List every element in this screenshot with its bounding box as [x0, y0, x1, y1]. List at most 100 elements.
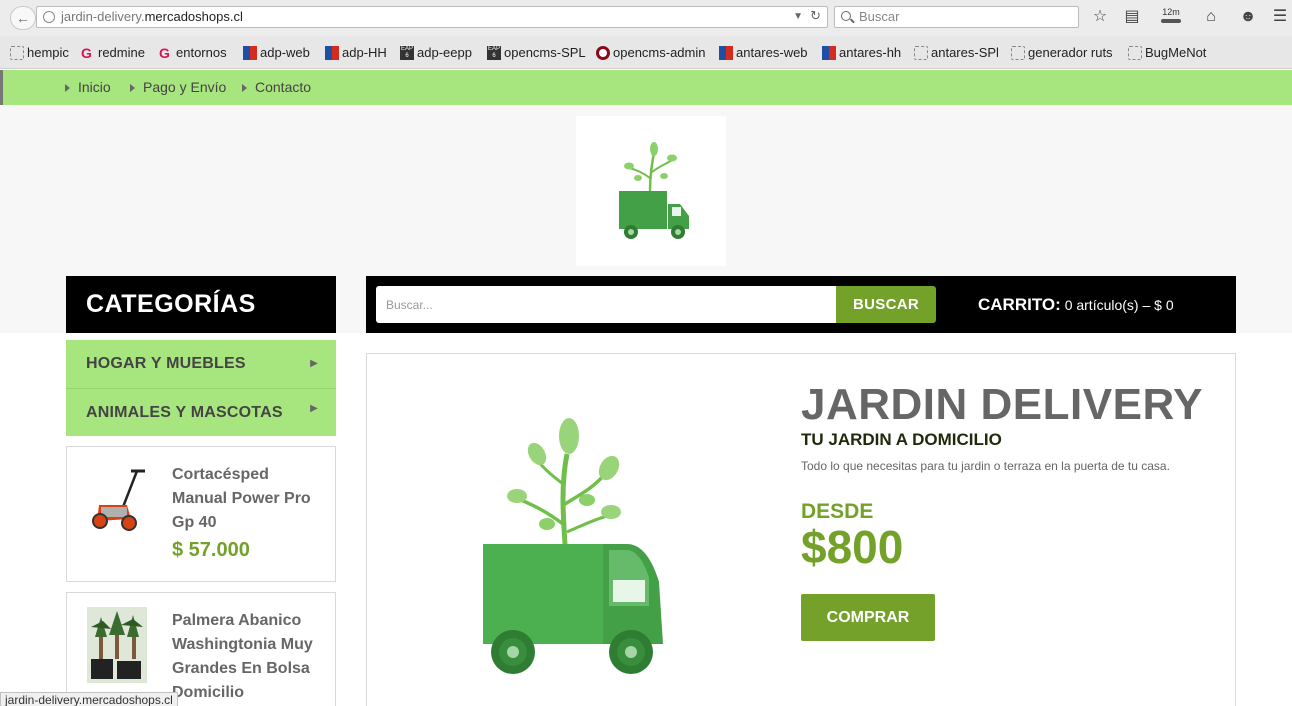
- nav-arrow-icon: [130, 83, 135, 92]
- browser-search-placeholder: Buscar: [859, 9, 900, 24]
- bookmark-item[interactable]: adp-HH: [325, 45, 387, 61]
- search-button[interactable]: BUSCAR: [836, 286, 936, 323]
- hero-subtitle: TU JARDIN A DOMICILIO: [801, 430, 1002, 449]
- chile-flag-icon: [719, 46, 733, 60]
- delivery-truck-illustration: [483, 418, 663, 674]
- eap-icon: EAP 6: [487, 46, 501, 60]
- nav-item-pago-envio[interactable]: Pago y Envío: [130, 70, 226, 105]
- blank-page-icon: [10, 46, 24, 60]
- bookmark-item[interactable]: EAP 6 opencms-SPL: [487, 45, 586, 61]
- bookmark-item[interactable]: Gentornos: [159, 45, 227, 61]
- eap-icon: EAP 6: [400, 46, 414, 60]
- product-price: $ 57.000: [172, 539, 250, 561]
- cart-summary[interactable]: CARRITO: 0 artículo(s) – $ 0: [978, 276, 1174, 333]
- product-card[interactable]: Palmera Abanico Washingtonia Muy Grandes…: [66, 592, 336, 706]
- cart-count: 0 artículo(s) – $ 0: [1064, 297, 1174, 313]
- search-bar: BUSCAR CARRITO: 0 artículo(s) – $ 0: [366, 276, 1236, 333]
- download-time: 12m: [1162, 7, 1180, 17]
- chile-flag-icon: [325, 46, 339, 60]
- category-label: HOGAR Y MUEBLES: [86, 355, 246, 372]
- web-page: Inicio Pago y Envío Contacto CATEGORÍAS …: [0, 70, 1292, 706]
- nav-label: Pago y Envío: [143, 79, 227, 95]
- cart-label: CARRITO:: [978, 295, 1061, 314]
- category-label: ANIMALES Y MASCOTAS: [86, 404, 283, 421]
- bookmark-label: hempic: [27, 45, 69, 60]
- g-logo-icon: G: [159, 45, 170, 61]
- bookmark-label: opencms-SPL: [504, 45, 586, 60]
- bookmark-label: generador ruts: [1028, 45, 1113, 60]
- bookmark-item[interactable]: antares-web: [719, 45, 808, 61]
- bookmark-label: antares-hh: [839, 45, 902, 60]
- triangle-right-icon: ▶: [310, 403, 318, 414]
- back-button[interactable]: ←: [10, 6, 36, 30]
- hero-description: Todo lo que necesitas para tu jardin o t…: [801, 459, 1170, 473]
- downloads-icon[interactable]: 12m: [1157, 8, 1185, 26]
- url-host: mercadoshops.cl: [144, 9, 243, 24]
- product-card[interactable]: Cortacésped Manual Power Pro Gp 40 $ 57.…: [66, 446, 336, 582]
- categories-header: CATEGORÍAS: [66, 276, 336, 333]
- product-name[interactable]: Cortacésped Manual Power Pro Gp 40: [172, 463, 322, 535]
- blank-page-icon: [1011, 46, 1025, 60]
- bookmark-item[interactable]: hempic: [10, 45, 69, 61]
- browser-search-box[interactable]: Buscar: [834, 6, 1079, 28]
- bookmark-item[interactable]: antares-hh: [822, 45, 901, 61]
- bookmarks-bar: hempic Gredmine Gentornos adp-web adp-HH…: [0, 36, 1292, 69]
- back-arrow-icon: ←: [16, 10, 30, 26]
- bookmark-item[interactable]: adp-web: [243, 45, 310, 61]
- url-dropdown-icon[interactable]: ▼: [793, 7, 803, 27]
- nav-item-contacto[interactable]: Contacto: [242, 70, 311, 105]
- bookmark-label: adp-HH: [342, 45, 387, 60]
- url-bar[interactable]: jardin-delivery.mercadoshops.cl ▼ ↻: [36, 6, 828, 28]
- menu-icon[interactable]: ☰: [1270, 8, 1290, 26]
- bookmark-label: BugMeNot: [1145, 45, 1207, 60]
- product-name[interactable]: Palmera Abanico Washingtonia Muy Grandes…: [172, 609, 322, 705]
- bookmark-star-icon[interactable]: ☆: [1090, 8, 1110, 26]
- home-icon[interactable]: ⌂: [1201, 8, 1221, 26]
- bookmark-label: entornos: [176, 45, 227, 60]
- browser-toolbar: ← jardin-delivery.mercadoshops.cl ▼ ↻ Bu…: [0, 0, 1292, 36]
- bookmark-item[interactable]: Gredmine: [81, 45, 145, 61]
- site-logo[interactable]: [576, 116, 726, 266]
- reading-list-icon[interactable]: ▤: [1122, 8, 1142, 26]
- chile-flag-icon: [243, 46, 257, 60]
- nav-label: Inicio: [78, 79, 111, 95]
- lawn-mower-image: [92, 469, 145, 531]
- g-logo-icon: G: [81, 45, 92, 61]
- status-bar-url: jardin-delivery.mercadoshops.cl: [0, 692, 178, 706]
- nav-item-inicio[interactable]: Inicio: [65, 70, 111, 105]
- category-hogar-muebles[interactable]: HOGAR Y MUEBLES ▶: [66, 340, 336, 388]
- nav-arrow-icon: [242, 83, 247, 92]
- blank-page-icon: [1128, 46, 1142, 60]
- chat-icon[interactable]: ☻: [1238, 8, 1258, 26]
- bookmark-label: adp-eepp: [417, 45, 472, 60]
- bookmark-label: antares-SPl: [931, 45, 999, 60]
- nav-arrow-icon: [65, 83, 70, 92]
- nav-label: Contacto: [255, 79, 312, 95]
- hero-title: JARDIN DELIVERY: [801, 380, 1203, 429]
- bookmark-label: antares-web: [736, 45, 808, 60]
- triangle-right-icon: ▶: [310, 358, 318, 369]
- blank-page-icon: [914, 46, 928, 60]
- url-prefix: jardin-delivery.: [61, 9, 145, 24]
- search-icon: [841, 11, 851, 21]
- bookmark-item[interactable]: EAP 6 adp-eepp: [400, 45, 472, 61]
- target-icon: [596, 46, 610, 60]
- bookmark-label: redmine: [98, 45, 145, 60]
- bookmark-label: opencms-admin: [613, 45, 706, 60]
- chile-flag-icon: [822, 46, 836, 60]
- bookmark-item[interactable]: antares-SPl: [914, 45, 999, 61]
- hero-banner: JARDIN DELIVERY TU JARDIN A DOMICILIO To…: [366, 353, 1236, 706]
- bookmark-item[interactable]: opencms-admin: [596, 45, 706, 61]
- bookmark-item[interactable]: generador ruts: [1011, 45, 1113, 61]
- truck-logo-icon: [619, 142, 689, 239]
- bookmark-label: adp-web: [260, 45, 310, 60]
- hero-price: $800: [801, 521, 904, 573]
- bookmark-item[interactable]: BugMeNot: [1128, 45, 1206, 61]
- site-nav: Inicio Pago y Envío Contacto: [0, 70, 1292, 105]
- globe-icon: [43, 11, 55, 23]
- search-input[interactable]: [376, 286, 836, 323]
- palm-trees-image: [87, 607, 147, 683]
- reload-icon[interactable]: ↻: [810, 6, 821, 26]
- buy-button[interactable]: COMPRAR: [801, 594, 935, 641]
- category-animales-mascotas[interactable]: ANIMALES Y MASCOTAS ▶: [66, 388, 336, 436]
